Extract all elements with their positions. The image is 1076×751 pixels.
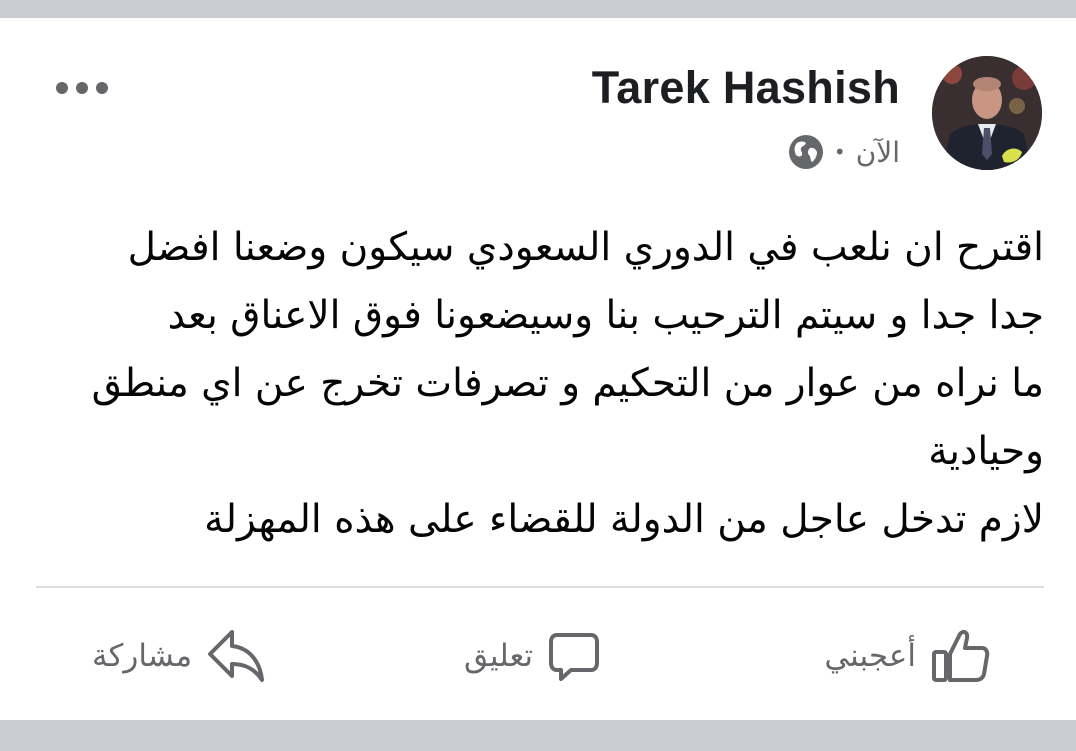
author-name[interactable]: Tarek Hashish (592, 62, 900, 114)
like-button[interactable]: أعجبني (824, 616, 990, 696)
globe-icon[interactable] (788, 134, 824, 170)
more-dot (96, 82, 108, 94)
more-dot (56, 82, 68, 94)
comment-icon (547, 629, 601, 683)
more-dot (76, 82, 88, 94)
post-line: جدا جدا و سيتم الترحيب بنا وسيضعونا فوق … (167, 293, 1044, 338)
action-bar: أعجبني تعليق مشاركة (36, 616, 1044, 696)
share-icon (206, 628, 266, 684)
post-line: وحيادية (928, 429, 1044, 474)
post-time[interactable]: الآن (856, 136, 900, 169)
post-body: اقترح ان نلعب في الدوري السعودي سيكون وض… (50, 214, 1044, 554)
post-meta: الآن • (788, 132, 900, 172)
post-line: ما نراه من عوار من التحكيم و تصرفات تخرج… (91, 361, 1044, 406)
meta-separator: • (833, 140, 846, 164)
post-card: Tarek Hashish الآن • اقترح ان نلعب في ال… (0, 18, 1076, 720)
like-label: أعجبني (824, 638, 916, 674)
like-icon (930, 628, 990, 684)
comment-button[interactable]: تعليق (464, 616, 601, 696)
avatar[interactable] (932, 56, 1042, 170)
divider (36, 586, 1044, 588)
share-label: مشاركة (92, 638, 193, 674)
share-button[interactable]: مشاركة (92, 616, 266, 696)
more-options-icon[interactable] (56, 76, 108, 100)
post-line: اقترح ان نلعب في الدوري السعودي سيكون وض… (127, 225, 1044, 270)
post-line: لازم تدخل عاجل من الدولة للقضاء على هذه … (204, 497, 1044, 542)
comment-label: تعليق (464, 638, 534, 674)
